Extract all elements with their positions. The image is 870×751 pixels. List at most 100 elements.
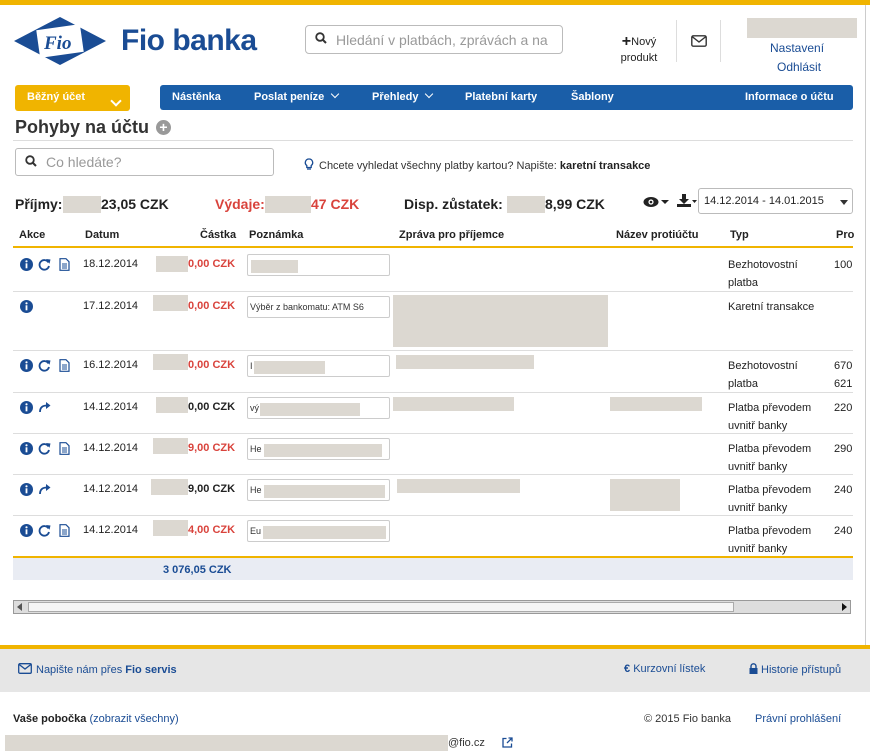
redacted bbox=[393, 295, 608, 347]
info-icon[interactable] bbox=[20, 442, 33, 455]
table-total-row: 3 076,05 CZK bbox=[13, 556, 853, 580]
table-row[interactable]: 14.12.2014 9,00 CZK He Platba převodem uv… bbox=[13, 434, 853, 475]
divider bbox=[676, 20, 677, 62]
nav-item-send-money[interactable]: Poslat peníze bbox=[254, 91, 338, 103]
global-search-input[interactable] bbox=[336, 31, 556, 48]
row-type: Bezhotovostní platba bbox=[728, 357, 798, 393]
col-header-amount[interactable]: Částka bbox=[200, 229, 236, 241]
row-note-text: Výběr z bankomatu: ATM S6 bbox=[250, 302, 364, 312]
total-amount: 3 076,05 CZK bbox=[163, 564, 232, 576]
balance-value: 8,99 CZK bbox=[545, 196, 605, 212]
repeat-icon[interactable] bbox=[38, 442, 51, 455]
redacted bbox=[263, 526, 386, 539]
scrollbar-thumb[interactable] bbox=[28, 602, 734, 612]
col-header-extra[interactable]: Pro bbox=[836, 229, 854, 241]
info-icon[interactable] bbox=[20, 401, 33, 414]
redacted bbox=[153, 520, 188, 536]
tip-text: Chcete vyhledat všechny platby kartou? N… bbox=[319, 160, 557, 172]
repeat-icon[interactable] bbox=[38, 359, 51, 372]
lightbulb-icon bbox=[304, 158, 314, 170]
forward-icon[interactable] bbox=[38, 401, 51, 414]
scroll-left-arrow-icon[interactable] bbox=[17, 603, 22, 611]
nav-item-dashboard[interactable]: Nástěnka bbox=[172, 91, 221, 103]
redacted bbox=[251, 260, 298, 273]
nav-item-overviews[interactable]: Přehledy bbox=[372, 91, 432, 103]
row-note-field[interactable]: I bbox=[247, 355, 390, 377]
exchange-rates-link[interactable]: € Kurzovní lístek bbox=[624, 663, 705, 675]
row-type-line1: Platba převodem bbox=[728, 402, 812, 414]
download-icon[interactable] bbox=[677, 194, 697, 208]
row-note-field[interactable]: He bbox=[247, 479, 390, 501]
user-name-redacted bbox=[747, 18, 857, 38]
table-row[interactable]: 17.12.2014 0,00 CZK Výběr z bankomatu: A… bbox=[13, 292, 853, 351]
document-icon[interactable] bbox=[58, 442, 71, 455]
logout-link[interactable]: Odhlásit bbox=[777, 60, 821, 74]
col-header-message[interactable]: Zpráva pro příjemce bbox=[399, 229, 504, 241]
repeat-icon[interactable] bbox=[38, 524, 51, 537]
info-icon[interactable] bbox=[20, 300, 33, 313]
add-icon[interactable]: + bbox=[156, 120, 171, 135]
repeat-icon[interactable] bbox=[38, 258, 51, 271]
row-type-line1: Bezhotovostní bbox=[728, 360, 798, 372]
col-header-counterparty[interactable]: Název protiúčtu bbox=[616, 229, 699, 241]
row-note-field[interactable] bbox=[247, 254, 390, 276]
nav-item-templates[interactable]: Šablony bbox=[571, 91, 614, 103]
document-icon[interactable] bbox=[58, 359, 71, 372]
info-icon[interactable] bbox=[20, 483, 33, 496]
row-note-field[interactable]: Výběr z bankomatu: ATM S6 bbox=[247, 296, 390, 318]
col-header-actions[interactable]: Akce bbox=[19, 229, 45, 241]
nav-item-payment-cards[interactable]: Platební karty bbox=[465, 91, 537, 103]
legal-notice-link[interactable]: Právní prohlášení bbox=[755, 713, 841, 725]
date-range-select[interactable]: 14.12.2014 - 14.01.2015 bbox=[698, 188, 853, 214]
mail-icon[interactable] bbox=[691, 35, 707, 47]
document-icon[interactable] bbox=[58, 524, 71, 537]
row-amount: 4,00 CZK bbox=[188, 524, 236, 536]
row-extra: 220 bbox=[834, 399, 853, 417]
date-range-value: 14.12.2014 - 14.01.2015 bbox=[704, 195, 824, 207]
horizontal-scrollbar[interactable] bbox=[13, 600, 851, 614]
account-selector-label: Běžný účet bbox=[27, 91, 86, 103]
info-icon[interactable] bbox=[20, 258, 33, 271]
redacted bbox=[264, 444, 382, 457]
eye-icon[interactable] bbox=[643, 196, 671, 208]
info-icon[interactable] bbox=[20, 359, 33, 372]
col-header-date[interactable]: Datum bbox=[85, 229, 119, 241]
nav-item-account-info[interactable]: Informace o účtu bbox=[745, 91, 834, 103]
contact-link[interactable]: Napište nám přes Fio servis bbox=[18, 663, 177, 676]
new-product-button[interactable]: +Nový produkt bbox=[614, 34, 664, 66]
table-row[interactable]: 18.12.2014 0,00 CZK Bezhotovostní platba … bbox=[13, 250, 853, 292]
document-icon[interactable] bbox=[58, 258, 71, 271]
global-search[interactable] bbox=[305, 25, 563, 54]
table-row[interactable]: 14.12.2014 9,00 CZK He Platba převodem uv… bbox=[13, 475, 853, 516]
tip-keyword: karetní transakce bbox=[559, 160, 651, 172]
forward-icon[interactable] bbox=[38, 483, 51, 496]
settings-link[interactable]: Nastavení bbox=[770, 41, 824, 55]
table-row[interactable]: 16.12.2014 0,00 CZK I Bezhotovostní platb… bbox=[13, 351, 853, 393]
table-row[interactable]: 14.12.2014 4,00 CZK Eu Platba převodem uv… bbox=[13, 516, 853, 556]
scroll-right-arrow-icon[interactable] bbox=[842, 603, 847, 611]
info-icon[interactable] bbox=[20, 524, 33, 537]
table-row[interactable]: 14.12.2014 0,00 CZK vý Platba převodem uv… bbox=[13, 393, 853, 434]
branch-show-all-link[interactable]: (zobrazit všechny) bbox=[89, 713, 178, 725]
account-selector[interactable]: Běžný účet bbox=[15, 85, 130, 111]
fio-logo[interactable]: Fio bbox=[14, 17, 106, 65]
row-extra: 670 621 bbox=[834, 357, 853, 393]
transaction-search[interactable] bbox=[15, 148, 274, 176]
row-extra-line1: 240 bbox=[834, 525, 853, 537]
col-header-note[interactable]: Poznámka bbox=[249, 229, 303, 241]
row-amount: 0,00 CZK bbox=[188, 401, 236, 413]
dropdown-arrow-icon bbox=[840, 200, 848, 205]
row-note-field[interactable]: Eu bbox=[247, 520, 390, 542]
external-link-icon[interactable] bbox=[502, 737, 513, 748]
col-header-type[interactable]: Typ bbox=[730, 229, 749, 241]
search-icon bbox=[16, 154, 46, 170]
branch-email[interactable]: @fio.cz bbox=[448, 737, 485, 749]
contact-service: Fio servis bbox=[125, 664, 177, 676]
transaction-search-input[interactable] bbox=[46, 154, 256, 170]
row-note-field[interactable]: vý bbox=[247, 397, 390, 419]
redacted bbox=[397, 479, 520, 493]
expense-label: Výdaje: bbox=[215, 196, 265, 212]
main-nav: Nástěnka Poslat peníze Přehledy Platební… bbox=[160, 85, 853, 110]
access-history-link[interactable]: Historie přístupů bbox=[749, 663, 841, 676]
row-note-field[interactable]: He bbox=[247, 438, 390, 460]
